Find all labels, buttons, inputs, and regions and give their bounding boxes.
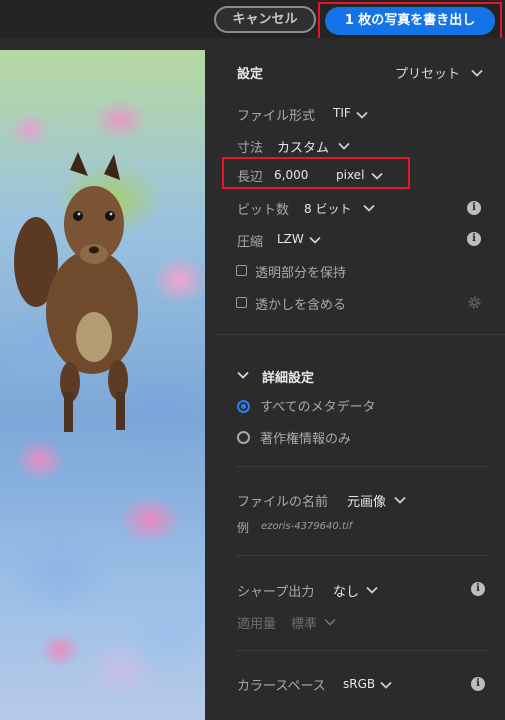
section-divider (216, 334, 505, 335)
export-settings-panel: 設定 プリセット ファイル形式 TIF 寸法 カスタム 長辺 6,000 pix… (216, 38, 505, 720)
settings-title: 設定 (237, 67, 264, 82)
chevron-down-icon (338, 142, 350, 150)
amount-value: 標準 (291, 617, 318, 632)
info-icon[interactable]: i (467, 201, 481, 215)
metadata-copyright-label: 著作権情報のみ (260, 432, 352, 447)
info-icon[interactable]: i (471, 677, 485, 691)
include-watermark-checkbox[interactable] (236, 297, 247, 308)
preset-dropdown[interactable]: プリセット (395, 63, 460, 82)
keep-transparency-label: 透明部分を保持 (255, 266, 347, 281)
photo-preview (0, 50, 205, 720)
chevron-down-icon (363, 204, 375, 212)
squirrel-image (14, 152, 138, 432)
chevron-down-icon (394, 496, 406, 504)
preset-label: プリセット (395, 67, 461, 82)
keep-transparency-checkbox[interactable] (236, 265, 247, 276)
unit-dropdown[interactable]: pixel (336, 168, 364, 182)
cancel-button[interactable]: キャンセル (214, 6, 316, 33)
amount-dropdown: 標準 (291, 613, 317, 632)
color-space-label: カラースペース (237, 679, 326, 694)
unit-value: pixel (336, 168, 365, 182)
compression-label: 圧縮 (237, 235, 264, 250)
chevron-down-icon (324, 618, 336, 626)
export-button[interactable]: 1 枚の写真を書き出し (325, 7, 495, 35)
file-name-label: ファイルの名前 (237, 495, 329, 510)
advanced-settings-title[interactable]: 詳細設定 (262, 367, 314, 386)
sharpen-label: シャープ出力 (237, 585, 315, 600)
file-format-value: TIF (333, 106, 351, 120)
bit-depth-dropdown[interactable]: 8 ビット (304, 200, 351, 217)
compression-value: LZW (277, 232, 304, 246)
chevron-down-icon (356, 111, 368, 119)
file-format-dropdown[interactable]: TIF (333, 106, 351, 120)
section-divider (236, 650, 488, 651)
sharpen-value: なし (333, 585, 360, 600)
color-space-value: sRGB (343, 677, 376, 691)
bit-depth-label: ビット数 (237, 203, 290, 218)
long-edge-label: 長辺 (237, 170, 264, 185)
file-format-label: ファイル形式 (237, 109, 316, 124)
include-watermark-label: 透かしを含める (255, 298, 347, 313)
sharpen-dropdown[interactable]: なし (333, 581, 359, 600)
color-space-dropdown[interactable]: sRGB (343, 677, 375, 691)
metadata-copyright-radio[interactable] (237, 431, 250, 444)
chevron-down-icon[interactable] (237, 371, 249, 379)
compression-dropdown[interactable]: LZW (277, 232, 304, 246)
section-divider (236, 555, 488, 556)
chevron-down-icon (309, 236, 321, 244)
chevron-down-icon (366, 586, 378, 594)
chevron-down-icon (380, 681, 392, 689)
file-name-value: 元画像 (347, 495, 387, 510)
info-icon[interactable]: i (471, 582, 485, 596)
section-divider (236, 466, 488, 467)
top-bar: キャンセル 1 枚の写真を書き出し (0, 0, 505, 44)
bit-depth-value: 8 ビット (304, 202, 352, 216)
file-name-dropdown[interactable]: 元画像 (347, 491, 386, 510)
metadata-all-label: すべてのメタデータ (260, 400, 376, 415)
example-label: 例 (237, 521, 250, 535)
chevron-down-icon (371, 172, 383, 180)
info-icon[interactable]: i (467, 232, 481, 246)
dimensions-dropdown[interactable]: カスタム (277, 137, 329, 156)
metadata-all-radio[interactable] (237, 400, 250, 413)
example-filename: ezoris-4379640.tif (261, 521, 353, 532)
gear-icon[interactable] (467, 295, 482, 310)
dimensions-label: 寸法 (237, 141, 264, 156)
amount-label: 適用量 (237, 617, 277, 632)
long-edge-input[interactable]: 6,000 (274, 168, 308, 182)
dimensions-value: カスタム (277, 141, 330, 156)
chevron-down-icon (471, 69, 483, 77)
